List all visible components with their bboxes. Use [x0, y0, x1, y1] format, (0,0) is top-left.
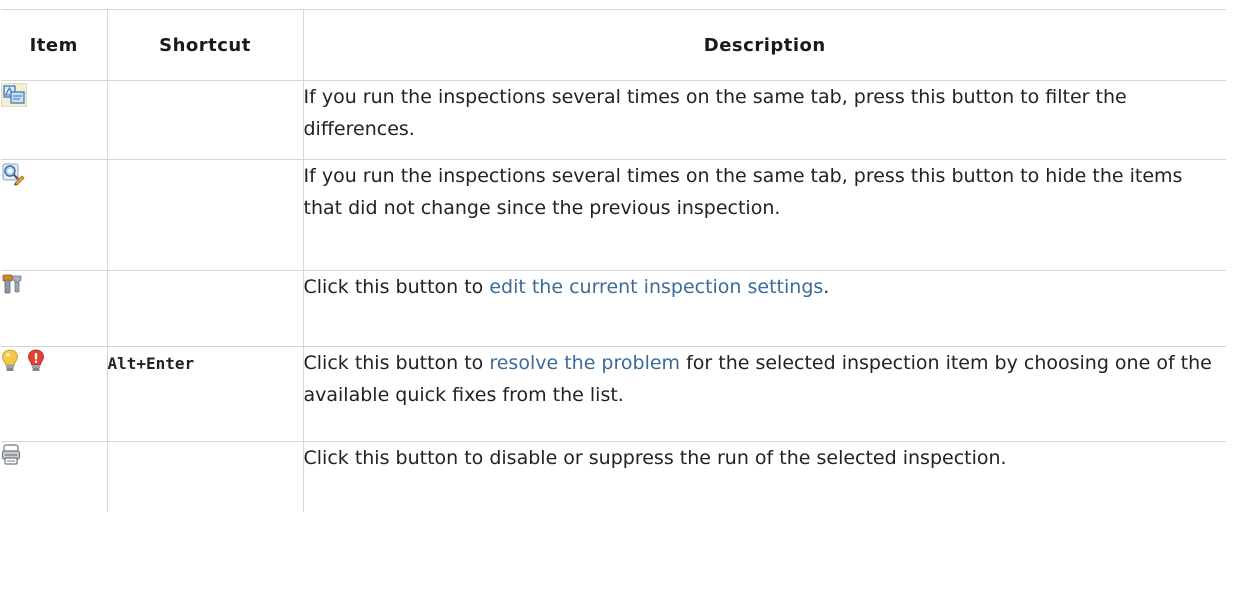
quick-fix-bulb-icon — [1, 349, 19, 383]
edit-settings-icon — [1, 273, 23, 305]
shortcut-cell — [106, 159, 303, 271]
shortcut-cell — [106, 270, 303, 347]
suppress-inspection-icon — [1, 444, 21, 476]
description-cell: If you run the inspections several times… — [302, 80, 1226, 160]
shortcut-cell: Alt+Enter — [106, 346, 303, 442]
shortcut-cell — [106, 80, 303, 160]
toolbar-reference-table: Item Shortcut Description If you run the… — [1, 9, 1226, 512]
item-cell — [1, 80, 107, 160]
description-cell: Click this button to resolve the problem… — [302, 346, 1226, 442]
item-cell — [1, 270, 107, 347]
description-cell: If you run the inspections several times… — [302, 159, 1226, 271]
description-text-after: . — [823, 276, 830, 298]
table-row: Click this button to disable or suppress… — [1, 441, 1226, 512]
description-text: Click this button to disable or suppress… — [303, 447, 1007, 469]
item-cell — [1, 441, 107, 512]
error-bulb-icon — [27, 349, 45, 383]
description-text: If you run the inspections several times… — [303, 86, 1127, 140]
header-description: Description — [302, 9, 1226, 81]
header-shortcut: Shortcut — [106, 9, 303, 81]
table-row: Click this button to edit the current in… — [1, 270, 1226, 347]
header-item: Item — [1, 9, 107, 81]
table-header-row: Item Shortcut Description — [1, 9, 1226, 81]
table-row: If you run the inspections several times… — [1, 159, 1226, 271]
item-cell — [1, 346, 107, 442]
description-text: If you run the inspections several times… — [303, 165, 1183, 219]
resolve-problem-link[interactable]: resolve the problem — [489, 352, 680, 374]
shortcut-cell — [106, 441, 303, 512]
description-text-before: Click this button to — [303, 352, 490, 374]
description-text-before: Click this button to — [303, 276, 490, 298]
shortcut-text: Alt+Enter — [107, 354, 195, 373]
table-row: If you run the inspections several times… — [1, 80, 1226, 160]
table-row: Alt+Enter Click this button to resolve t… — [1, 346, 1226, 442]
description-cell: Click this button to edit the current in… — [302, 270, 1226, 347]
edit-inspection-settings-link[interactable]: edit the current inspection settings — [489, 276, 823, 298]
hide-unchanged-items-icon — [1, 162, 25, 196]
filter-differences-icon — [1, 83, 27, 117]
description-cell: Click this button to disable or suppress… — [302, 441, 1226, 512]
item-cell — [1, 159, 107, 271]
